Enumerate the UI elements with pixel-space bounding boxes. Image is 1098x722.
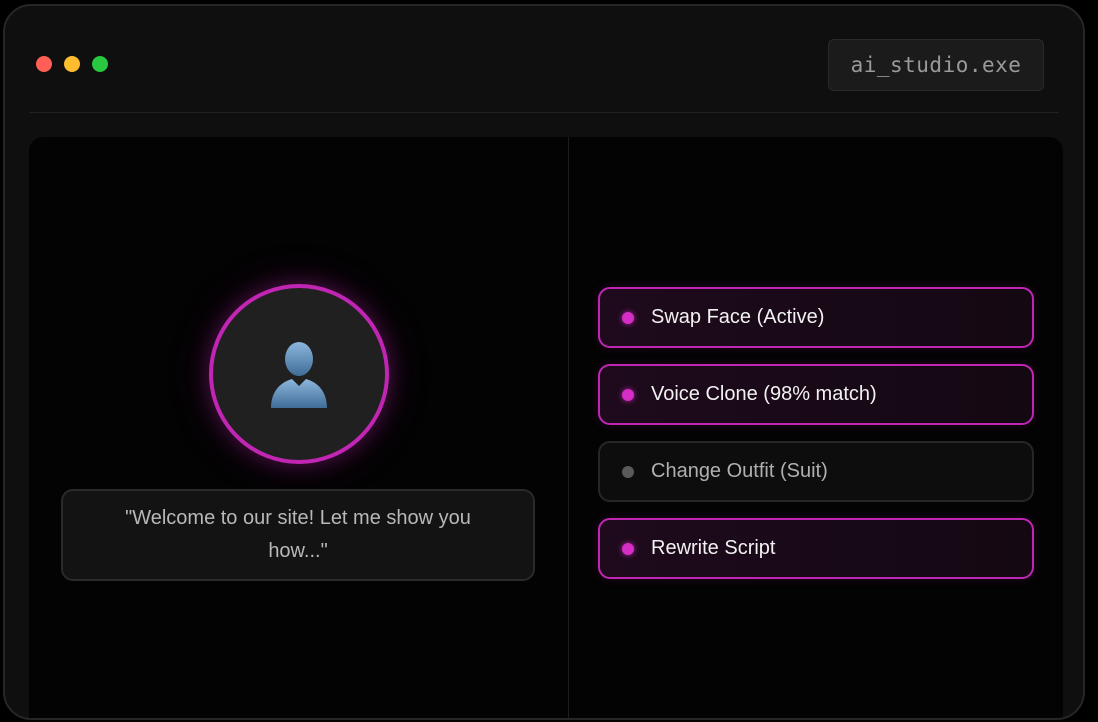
title-bar: ai_studio.exe [29,6,1059,113]
speech-caption: "Welcome to our site! Let me show you ho… [61,489,535,581]
option-change-outfit[interactable]: Change Outfit (Suit) [598,441,1034,502]
panel-divider [568,137,569,718]
window-filename: ai_studio.exe [828,39,1044,91]
option-label: Change Outfit (Suit) [651,460,828,482]
option-swap-face[interactable]: Swap Face (Active) [598,287,1034,348]
option-label: Voice Clone (98% match) [651,383,877,405]
option-label: Rewrite Script [651,537,776,559]
studio-stage: "Welcome to our site! Let me show you ho… [29,137,1063,718]
person-silhouette-icon [271,342,327,408]
maximize-window-button[interactable] [92,56,108,72]
option-label: Swap Face (Active) [651,306,825,328]
status-dot [622,465,634,478]
app-window: ai_studio.exe "Welcome to our site! Let … [3,4,1085,720]
close-window-button[interactable] [36,56,52,72]
minimize-window-button[interactable] [64,56,80,72]
window-controls [36,56,108,72]
status-dot [622,311,634,324]
status-dot [622,388,634,401]
option-voice-clone[interactable]: Voice Clone (98% match) [598,364,1034,425]
status-dot [622,542,634,555]
option-rewrite-script[interactable]: Rewrite Script [598,518,1034,579]
ai-options-list: Swap Face (Active) Voice Clone (98% matc… [598,287,1034,595]
avatar[interactable] [209,284,389,464]
